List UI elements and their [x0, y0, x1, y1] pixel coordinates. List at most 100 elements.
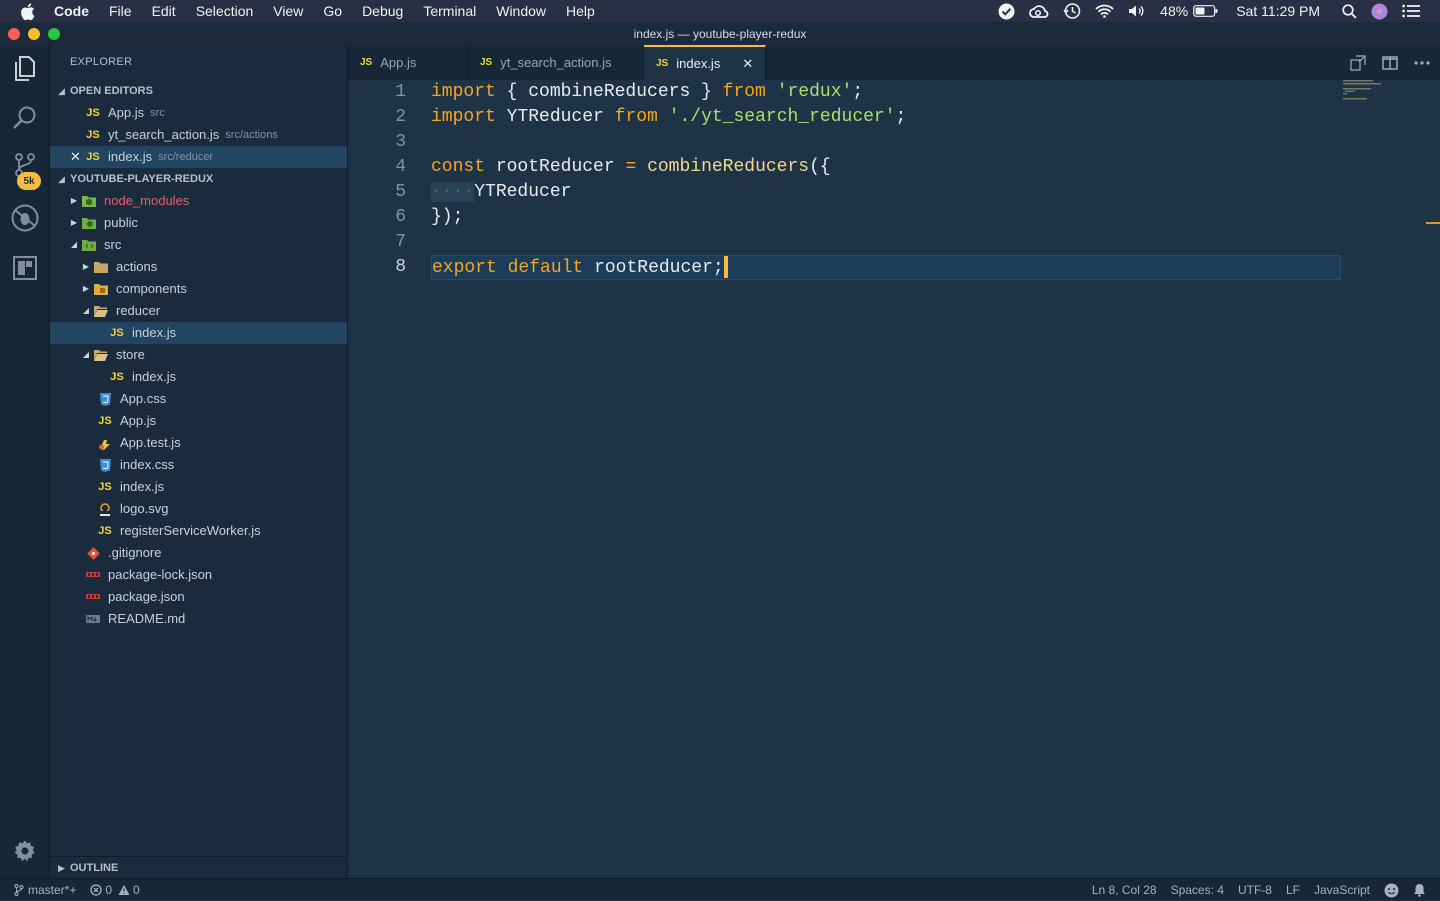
tree-folder-store[interactable]: ◢ store — [50, 344, 347, 366]
tree-file-store-index[interactable]: JS index.js — [50, 366, 347, 388]
tree-file-package-json[interactable]: package.json — [50, 586, 347, 608]
tree-folder-reducer[interactable]: ◢ reducer — [50, 300, 347, 322]
css-file-icon — [98, 458, 112, 472]
outline-section[interactable]: ▶ OUTLINE — [50, 856, 348, 878]
code-line: import YTReducer from './yt_search_reduc… — [431, 107, 907, 127]
error-icon — [90, 883, 103, 896]
line-number: 6 — [395, 207, 406, 227]
open-editors-header[interactable]: ◢ OPEN EDITORS — [50, 80, 347, 102]
indentation-setting[interactable]: Spaces: 4 — [1171, 883, 1224, 897]
folder-open-icon — [94, 348, 108, 362]
time-machine-icon[interactable] — [1063, 2, 1081, 20]
menu-go[interactable]: Go — [323, 0, 342, 22]
zoom-window-button[interactable] — [48, 28, 60, 40]
close-window-button[interactable] — [8, 28, 20, 40]
editor-tab-bar: JS App.js JS yt_search_action.js JS inde… — [348, 45, 1440, 80]
checkmark-app-icon[interactable] — [998, 3, 1015, 20]
js-file-icon: JS — [360, 57, 373, 68]
tree-item-label: logo.svg — [120, 501, 169, 516]
tree-item-label: registerServiceWorker.js — [120, 523, 261, 538]
code-content[interactable]: import { combineReducers } from 'redux';… — [431, 80, 1440, 878]
close-icon[interactable]: ✕ — [70, 146, 81, 168]
tree-item-label: node_modules — [104, 193, 190, 208]
problems-indicator[interactable]: 0 0 — [90, 883, 140, 897]
apple-icon[interactable] — [18, 0, 36, 22]
open-editor-item[interactable]: JS App.js src — [50, 102, 347, 124]
tree-folder-components[interactable]: ▶ components — [50, 278, 347, 300]
menu-file[interactable]: File — [109, 0, 132, 22]
tree-file-gitignore[interactable]: .gitignore — [50, 542, 347, 564]
tree-folder-node-modules[interactable]: ▶ node_modules — [50, 190, 347, 212]
open-changes-icon[interactable] — [1350, 54, 1366, 71]
menu-app-code[interactable]: Code — [54, 0, 89, 22]
project-folder-header[interactable]: ◢ YOUTUBE-PLAYER-REDUX — [50, 168, 347, 190]
tree-file-reducer-index[interactable]: JS index.js — [50, 322, 347, 344]
js-file-icon: JS — [110, 327, 124, 339]
menu-help[interactable]: Help — [566, 0, 595, 22]
tree-file-app-css[interactable]: App.css — [50, 388, 347, 410]
manage-activity[interactable] — [0, 829, 50, 877]
menu-edit[interactable]: Edit — [152, 0, 176, 22]
menu-bar-clock[interactable]: Sat 11:29 PM — [1236, 3, 1320, 19]
tree-file-index-js[interactable]: JS index.js — [50, 476, 347, 498]
menu-selection[interactable]: Selection — [196, 0, 254, 22]
wifi-icon[interactable] — [1095, 4, 1114, 18]
tree-folder-actions[interactable]: ▶ actions — [50, 256, 347, 278]
menu-view[interactable]: View — [273, 0, 303, 22]
notification-center-icon[interactable] — [1402, 4, 1420, 18]
notifications-bell-icon[interactable] — [1413, 883, 1426, 897]
tree-file-logo-svg[interactable]: logo.svg — [50, 498, 347, 520]
chevron-down-icon: ◢ — [58, 86, 65, 96]
tree-folder-public[interactable]: ▶ public — [50, 212, 347, 234]
cursor-position[interactable]: Ln 8, Col 28 — [1092, 883, 1157, 897]
tree-file-package-lock[interactable]: package-lock.json — [50, 564, 347, 586]
tree-folder-src[interactable]: ◢ src — [50, 234, 347, 256]
outline-header[interactable]: ▶ OUTLINE — [50, 857, 348, 879]
tree-item-label: index.js — [132, 325, 177, 340]
tree-file-app-test-js[interactable]: App.test.js — [50, 432, 347, 454]
more-actions-icon[interactable] — [1414, 60, 1430, 65]
code-token: from — [614, 107, 658, 127]
debug-activity[interactable] — [0, 196, 50, 244]
search-activity[interactable] — [0, 96, 50, 144]
battery-icon[interactable] — [1193, 5, 1218, 17]
open-editor-item-active[interactable]: ✕ JS index.js src/reducer — [50, 146, 347, 168]
close-tab-icon[interactable]: ✕ — [742, 56, 753, 72]
menu-terminal[interactable]: Terminal — [423, 0, 476, 22]
tree-item-label: public — [104, 215, 138, 230]
text-cursor — [723, 256, 728, 279]
js-file-icon: JS — [98, 525, 112, 537]
tree-file-app-js[interactable]: JS App.js — [50, 410, 347, 432]
eol-setting[interactable]: LF — [1286, 883, 1300, 897]
creative-cloud-icon[interactable] — [1029, 4, 1049, 18]
explorer-activity[interactable] — [0, 47, 50, 95]
tab-index-js-active[interactable]: JS index.js ✕ — [644, 45, 766, 80]
tree-file-readme[interactable]: README.md — [50, 608, 347, 630]
code-token: rootReducer — [495, 157, 615, 177]
git-branch-indicator[interactable]: master*+ — [14, 883, 76, 897]
tree-file-register-service-worker[interactable]: JS registerServiceWorker.js — [50, 520, 347, 542]
chevron-down-icon: ◢ — [82, 350, 90, 359]
feedback-smiley-icon[interactable] — [1384, 883, 1399, 898]
menu-window[interactable]: Window — [496, 0, 546, 22]
tree-item-label: package.json — [108, 589, 185, 604]
line-number: 1 — [395, 82, 406, 102]
open-editor-item[interactable]: JS yt_search_action.js src/actions — [50, 124, 347, 146]
code-editor[interactable]: 1 2 3 4 5 6 7 8 import { combineReducers… — [348, 80, 1440, 878]
language-mode[interactable]: JavaScript — [1314, 883, 1370, 897]
tree-file-index-css[interactable]: index.css — [50, 454, 347, 476]
volume-icon[interactable] — [1128, 4, 1146, 18]
tab-app-js[interactable]: JS App.js — [348, 45, 468, 80]
minimize-window-button[interactable] — [28, 28, 40, 40]
split-editor-icon[interactable] — [1382, 55, 1398, 71]
code-token: 'redux' — [776, 82, 853, 102]
minimap[interactable] — [1343, 80, 1385, 100]
spotlight-search-icon[interactable] — [1342, 3, 1357, 19]
menu-debug[interactable]: Debug — [362, 0, 403, 22]
siri-icon[interactable] — [1371, 3, 1388, 20]
encoding-setting[interactable]: UTF-8 — [1238, 883, 1272, 897]
tab-yt-search-action[interactable]: JS yt_search_action.js — [468, 45, 644, 80]
extensions-activity[interactable] — [0, 246, 50, 294]
code-token: YTReducer — [506, 107, 604, 127]
code-token: from — [722, 82, 766, 102]
